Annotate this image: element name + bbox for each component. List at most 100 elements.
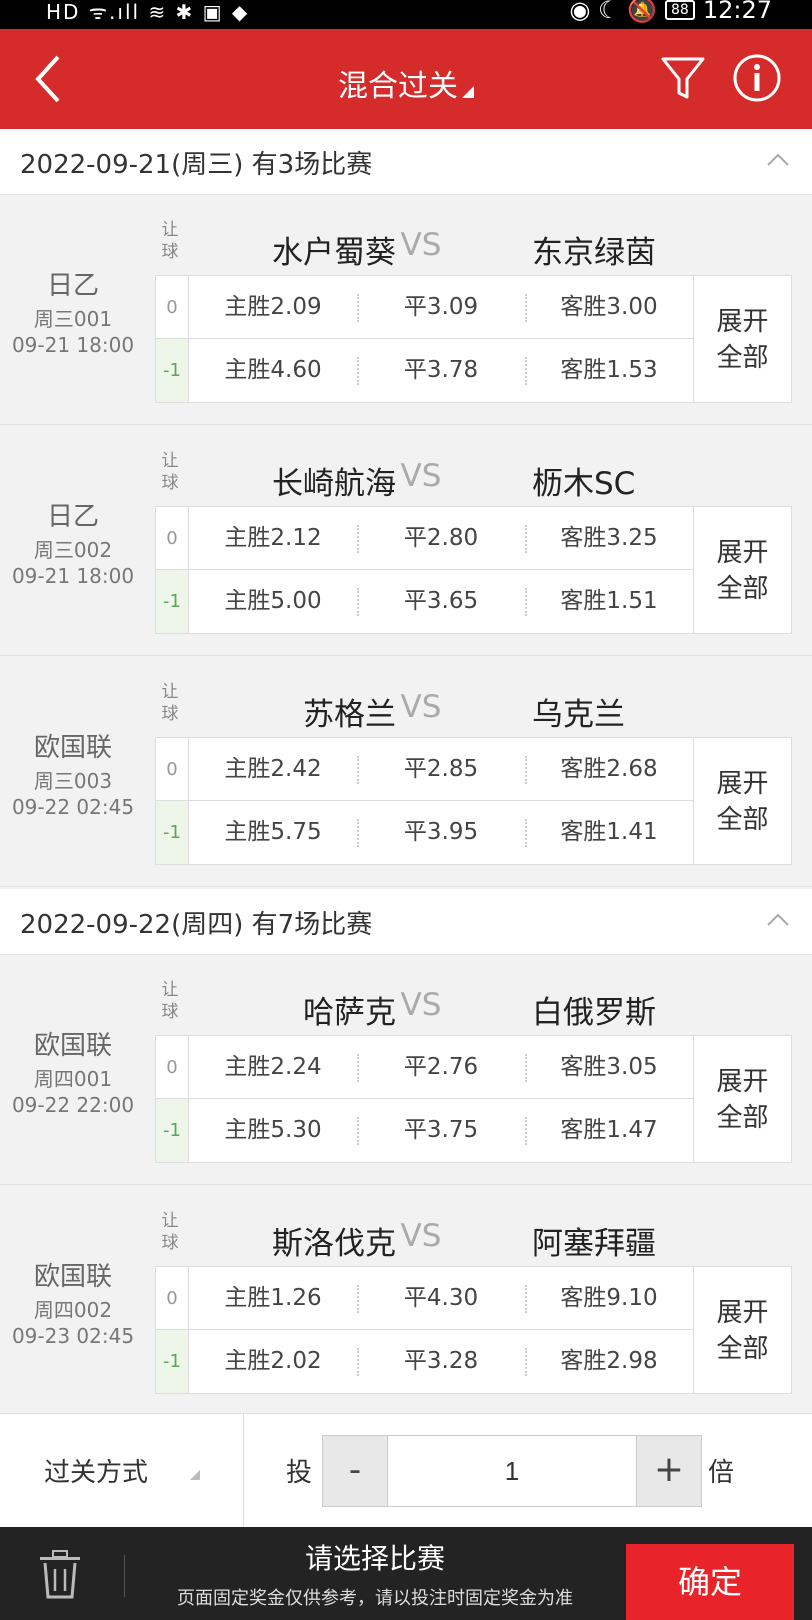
handicap-value: -1 [156, 339, 189, 402]
increase-multiple-button[interactable]: + [636, 1435, 702, 1507]
day-header-label: 2022-09-21(周三) 有3场比赛 [20, 150, 373, 180]
confirm-button[interactable]: 确定 [626, 1544, 794, 1620]
handicap-value: -1 [156, 570, 189, 633]
match-card: 日乙 周三002 09-21 18:00 让球 长崎航海 VS 枥木SC 0 主胜2.12 平2.… [0, 426, 812, 656]
day-header-0922-21[interactable]: 2022-09-21(周三) 有3场比赛 [0, 129, 812, 195]
odds-row: 0 主胜2.24 平2.76 客胜3.05 [156, 1036, 693, 1099]
battery-icon: 88 [665, 0, 695, 20]
away-team: 乌克兰 [532, 697, 625, 733]
expand-all-button[interactable]: 展开 全部 [693, 276, 791, 402]
expand-all-button[interactable]: 展开 全部 [693, 1036, 791, 1162]
odds-draw[interactable]: 平3.28 [357, 1330, 525, 1393]
chevron-up-icon[interactable] [766, 911, 790, 927]
match-time: 09-23 02:45 [11, 1324, 135, 1348]
expand-line-1: 展开 [716, 538, 769, 568]
status-right: ◉ ☾ 🔕 88 12:27 [569, 0, 772, 24]
handicap-value: 0 [156, 1267, 189, 1329]
clock: 12:27 [702, 0, 772, 24]
match-number: 周四002 [33, 1298, 113, 1322]
odds-away-win[interactable]: 客胜1.41 [525, 801, 693, 864]
filter-icon[interactable] [660, 55, 706, 101]
match-time: 09-22 02:45 [11, 795, 135, 819]
league-name: 欧国联 [33, 1031, 112, 1061]
match-teams: 长崎航海 VS 枥木SC [150, 458, 692, 502]
dropdown-triangle-icon [462, 86, 474, 98]
pass-mode-selector[interactable]: 过关方式 [0, 1414, 244, 1528]
match-time: 09-21 18:00 [11, 333, 135, 357]
handicap-value: -1 [156, 1099, 189, 1162]
odds-draw[interactable]: 平3.75 [357, 1099, 525, 1162]
expand-line-1: 展开 [716, 1298, 769, 1328]
day-header-label: 2022-09-22(周四) 有7场比赛 [20, 910, 373, 940]
chevron-up-icon[interactable] [766, 151, 790, 167]
match-time: 09-22 22:00 [11, 1093, 135, 1117]
odds-row: -1 主胜2.02 平3.28 客胜2.98 [156, 1330, 693, 1393]
odds-away-win[interactable]: 客胜1.53 [525, 339, 693, 402]
odds-away-win[interactable]: 客胜2.98 [525, 1330, 693, 1393]
match-number: 周三001 [33, 307, 113, 331]
odds-away-win[interactable]: 客胜1.47 [525, 1099, 693, 1162]
odds-home-win[interactable]: 主胜4.60 [189, 339, 357, 402]
bet-options-bar: 过关方式 投 - 1 + 倍 [0, 1413, 812, 1528]
odds-home-win[interactable]: 主胜5.00 [189, 570, 357, 633]
odds-draw[interactable]: 平3.78 [357, 339, 525, 402]
odds-draw[interactable]: 平2.80 [357, 507, 525, 570]
odds-row: 0 主胜2.42 平2.85 客胜2.68 [156, 738, 693, 801]
odds-home-win[interactable]: 主胜2.12 [189, 507, 357, 570]
odds-home-win[interactable]: 主胜5.75 [189, 801, 357, 864]
match-time: 09-21 18:00 [11, 564, 135, 588]
odds-home-win[interactable]: 主胜2.09 [189, 276, 357, 339]
expand-all-button[interactable]: 展开 全部 [693, 1267, 791, 1393]
multiple-input[interactable]: 1 [388, 1435, 636, 1507]
away-team: 东京绿茵 [532, 235, 656, 271]
handicap-value: -1 [156, 1330, 189, 1393]
odds-home-win[interactable]: 主胜1.26 [189, 1267, 357, 1330]
odds-away-win[interactable]: 客胜9.10 [525, 1267, 693, 1330]
match-teams: 斯洛伐克 VS 阿塞拜疆 [150, 1218, 692, 1262]
odds-away-win[interactable]: 客胜1.51 [525, 570, 693, 633]
dropdown-triangle-icon [190, 1470, 200, 1480]
handicap-value: -1 [156, 801, 189, 864]
decrease-multiple-button[interactable]: - [322, 1435, 388, 1507]
odds-draw[interactable]: 平2.85 [357, 738, 525, 801]
league-name: 日乙 [46, 502, 99, 532]
handicap-value: 0 [156, 276, 189, 338]
expand-line-2: 全部 [716, 1334, 769, 1364]
odds-home-win[interactable]: 主胜2.02 [189, 1330, 357, 1393]
odds-grid: 0 主胜2.24 平2.76 客胜3.05 -1 主胜5.30 平3.75 客胜1.47 展开全… [155, 1035, 792, 1163]
odds-home-win[interactable]: 主胜2.42 [189, 738, 357, 801]
away-team: 白俄罗斯 [532, 995, 656, 1031]
odds-away-win[interactable]: 客胜3.00 [525, 276, 693, 339]
expand-line-2: 全部 [716, 1103, 769, 1133]
odds-draw[interactable]: 平3.09 [357, 276, 525, 339]
odds-home-win[interactable]: 主胜2.24 [189, 1036, 357, 1099]
match-teams: 水户蜀葵 VS 东京绿茵 [150, 227, 692, 271]
odds-row: 0 主胜2.12 平2.80 客胜3.25 [156, 507, 693, 570]
match-number: 周三003 [33, 769, 113, 793]
expand-all-button[interactable]: 展开 全部 [693, 738, 791, 864]
status-bar: HD ᯤ.ıll ≋ ✱ ▣ ◆ ◉ ☾ 🔕 88 12:27 [0, 0, 812, 29]
info-icon[interactable] [732, 53, 782, 103]
expand-line-2: 全部 [716, 805, 769, 835]
odds-draw[interactable]: 平3.65 [357, 570, 525, 633]
expand-all-button[interactable]: 展开 全部 [693, 507, 791, 633]
day-header-0922[interactable]: 2022-09-22(周四) 有7场比赛 [0, 889, 812, 955]
odds-away-win[interactable]: 客胜3.25 [525, 507, 693, 570]
odds-row: -1 主胜5.00 平3.65 客胜1.51 [156, 570, 693, 633]
odds-draw[interactable]: 平4.30 [357, 1267, 525, 1330]
trash-icon[interactable] [36, 1549, 84, 1601]
select-match-prompt: 请选择比赛 [304, 1542, 445, 1575]
expand-line-1: 展开 [716, 769, 769, 799]
odds-row: 0 主胜2.09 平3.09 客胜3.00 [156, 276, 693, 339]
odds-draw[interactable]: 平2.76 [357, 1036, 525, 1099]
match-card: 欧国联 周四001 09-22 22:00 让球 哈萨克 VS 白俄罗斯 0 主胜2.24 平2.… [0, 955, 812, 1185]
odds-away-win[interactable]: 客胜2.68 [525, 738, 693, 801]
odds-draw[interactable]: 平3.95 [357, 801, 525, 864]
odds-row: -1 主胜5.75 平3.95 客胜1.41 [156, 801, 693, 864]
odds-home-win[interactable]: 主胜5.30 [189, 1099, 357, 1162]
stake-prefix-label: 投 [286, 1458, 313, 1488]
odds-row: -1 主胜4.60 平3.78 客胜1.53 [156, 339, 693, 402]
multiple-suffix-label: 倍 [708, 1458, 735, 1488]
odds-away-win[interactable]: 客胜3.05 [525, 1036, 693, 1099]
status-icons: HD ᯤ.ıll ≋ ✱ ▣ ◆ [46, 0, 250, 24]
